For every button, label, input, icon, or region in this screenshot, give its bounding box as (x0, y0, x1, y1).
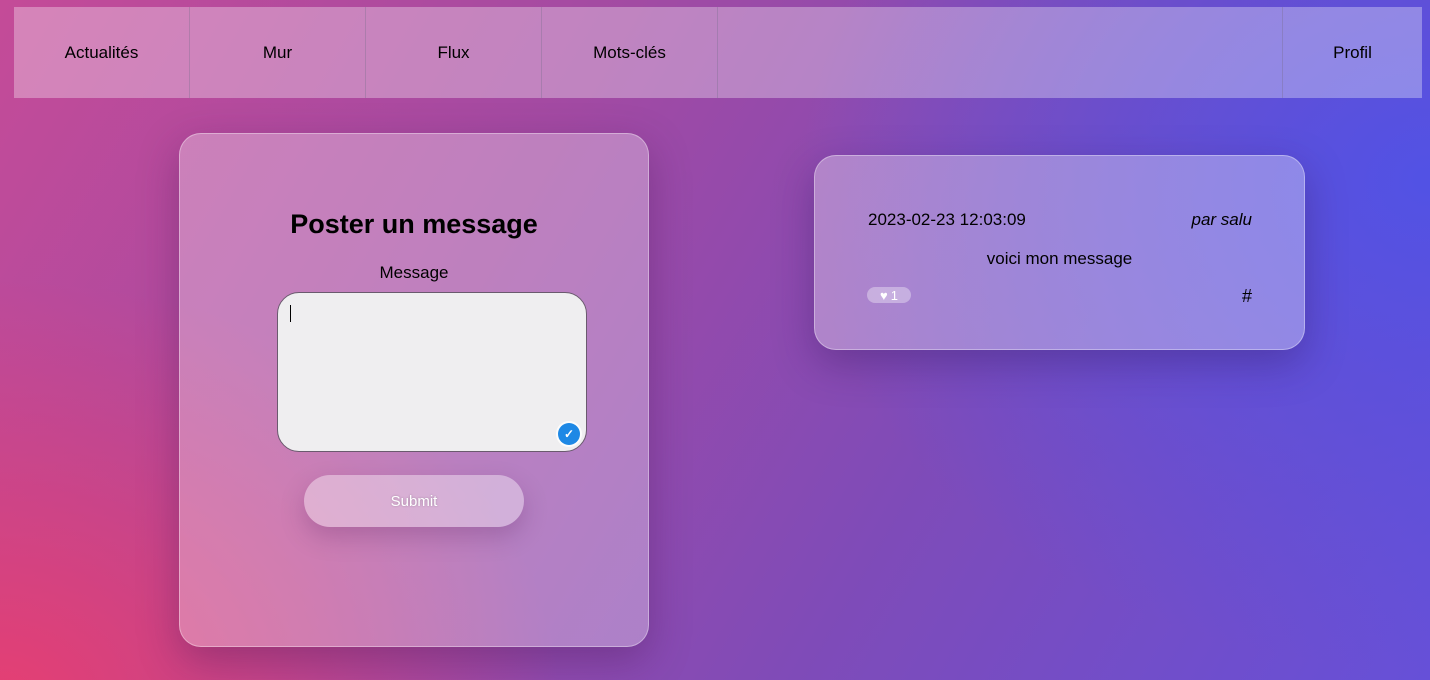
post-text: voici mon message (986, 249, 1133, 268)
post-date: 2023-02-23 12:03:09 (868, 210, 1026, 229)
like-button[interactable]: ♥ 1 (867, 287, 911, 303)
message-textarea[interactable] (277, 292, 587, 452)
hashtag-link[interactable]: # (1242, 286, 1252, 307)
heart-icon: ♥ (880, 287, 888, 303)
post-card: 2023-02-23 12:03:09 par salu voici mon m… (814, 155, 1305, 350)
form-title: Poster un message (290, 209, 538, 239)
text-caret (290, 305, 291, 322)
post-message-form: Poster un message Message ✓ Submit (179, 133, 649, 647)
nav-item-mur[interactable]: Mur (190, 7, 366, 98)
submit-button[interactable]: Submit (304, 475, 524, 527)
nav-spacer (718, 7, 1283, 98)
nav-item-mots-cles[interactable]: Mots-clés (542, 7, 718, 98)
nav-item-profil[interactable]: Profil (1283, 7, 1422, 98)
nav-item-actualites[interactable]: Actualités (14, 7, 190, 98)
post-author[interactable]: par salu (1192, 210, 1252, 230)
message-label: Message (379, 263, 449, 282)
check-icon: ✓ (558, 423, 580, 445)
top-navbar: Actualités Mur Flux Mots-clés Profil (14, 7, 1422, 98)
like-count: 1 (890, 287, 898, 303)
nav-item-flux[interactable]: Flux (366, 7, 542, 98)
